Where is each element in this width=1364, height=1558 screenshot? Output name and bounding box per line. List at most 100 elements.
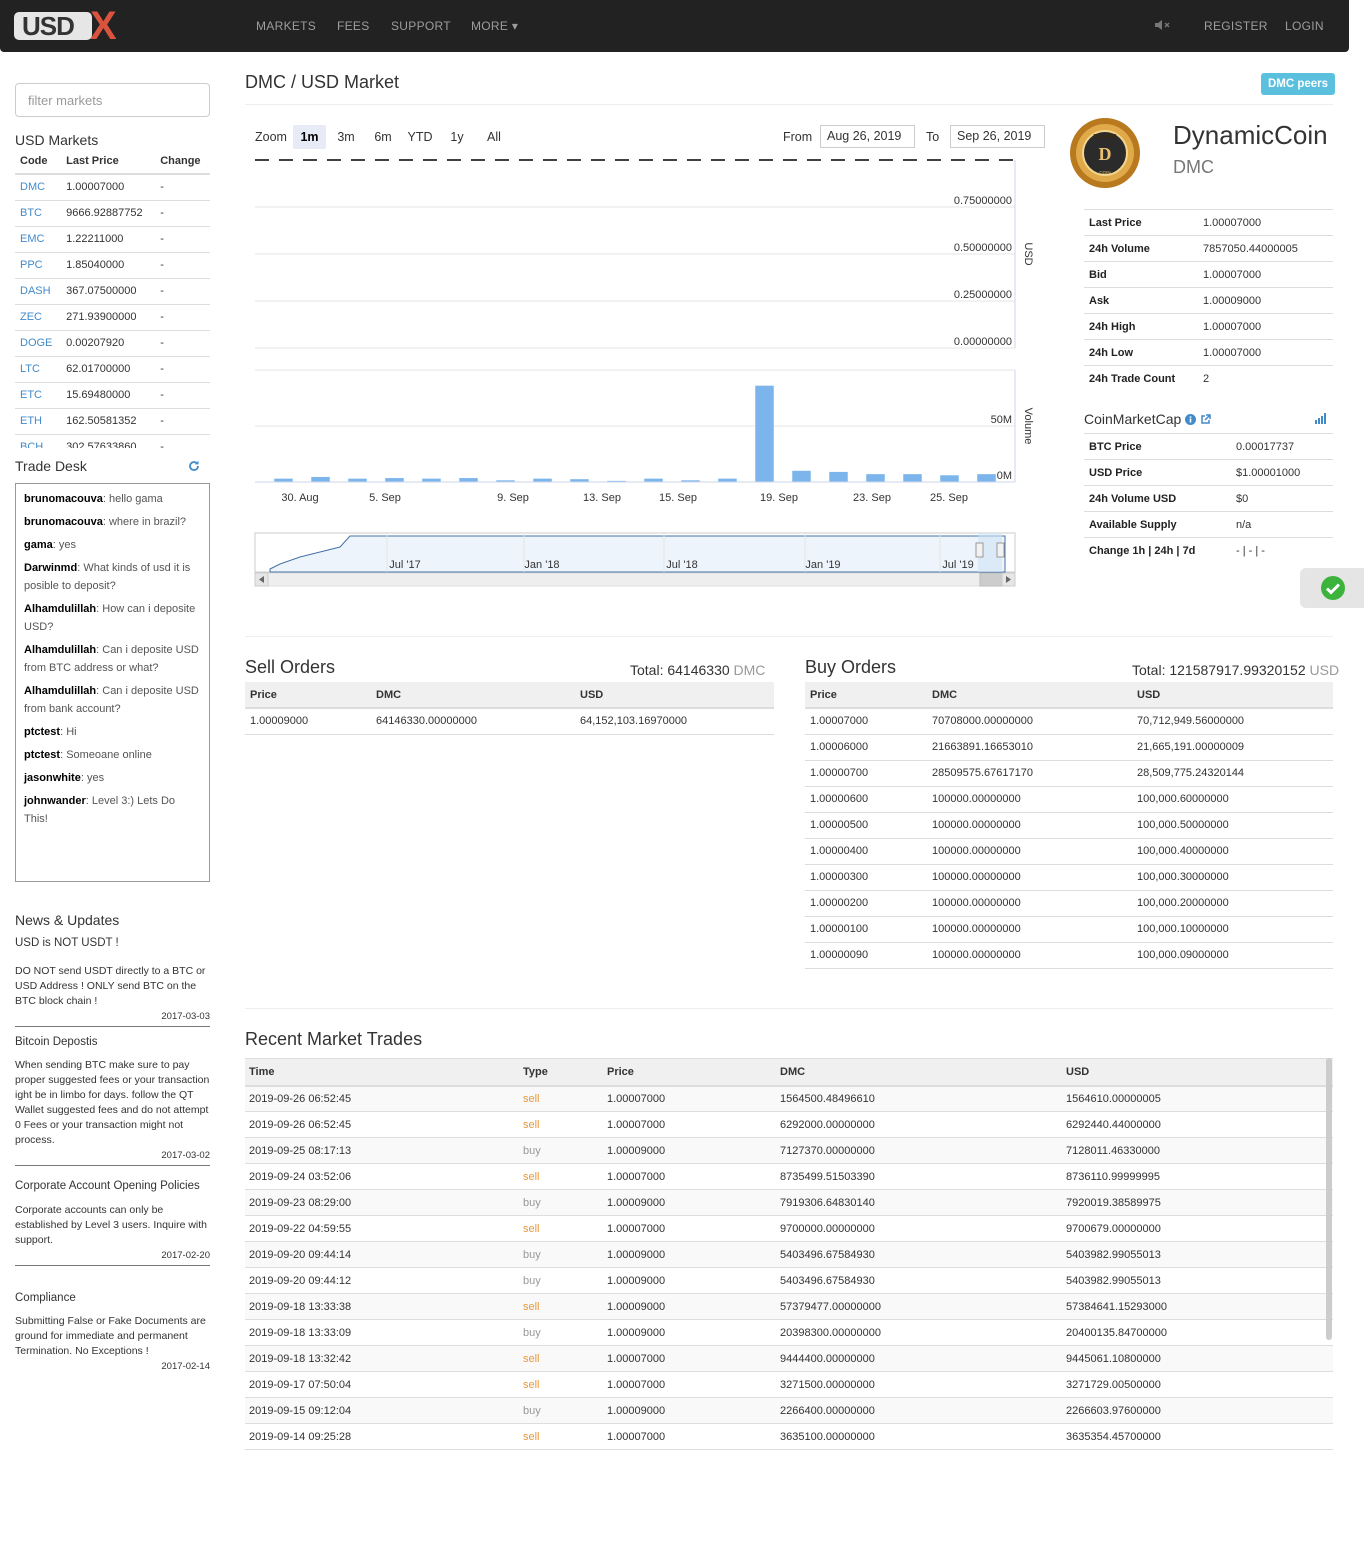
news-item-body: Corporate accounts can only be establish… bbox=[15, 1204, 208, 1246]
nav-more[interactable]: MORE ▾ bbox=[471, 19, 518, 33]
price-volume-chart[interactable]: 0.75000000 0.50000000 0.25000000 0.00000000… bbox=[245, 150, 1045, 590]
bar-chart-icon[interactable] bbox=[1314, 413, 1326, 424]
from-date-input[interactable]: Aug 26, 2019 bbox=[820, 125, 915, 148]
volume-bar[interactable] bbox=[311, 476, 330, 482]
market-row[interactable]: ZEC 271.93900000- bbox=[15, 303, 210, 330]
stat-value: 2 bbox=[1198, 365, 1333, 392]
nav-fees[interactable]: FEES bbox=[337, 19, 370, 33]
volume-bar[interactable] bbox=[829, 471, 848, 482]
trade-row: 2019-09-14 09:25:28 sell 1.00007000 3635100… bbox=[245, 1423, 1333, 1450]
stat-value: 1.00007000 bbox=[1198, 313, 1333, 340]
volume-bar[interactable] bbox=[718, 478, 737, 482]
trades-scrollbar[interactable] bbox=[1326, 1058, 1332, 1340]
volume-bar[interactable] bbox=[866, 474, 885, 482]
market-code[interactable]: ETC bbox=[15, 381, 62, 408]
volume-bar[interactable] bbox=[422, 478, 441, 482]
volume-bar[interactable] bbox=[940, 475, 959, 482]
trade-desk-chat[interactable]: brunomacouva: hello gama brunomacouva: wh… bbox=[15, 483, 210, 882]
buy-order-row[interactable]: 1.00000700 28509575.67617170 28,509,775.24… bbox=[805, 760, 1333, 787]
buy-order-row[interactable]: 1.00000300 100000.00000000 100,000.3000000… bbox=[805, 864, 1333, 891]
stat-value: 1.00007000 bbox=[1198, 261, 1333, 288]
volume-bar[interactable] bbox=[533, 478, 552, 482]
buy-order-usd: 100,000.50000000 bbox=[1132, 812, 1333, 839]
market-code[interactable]: ZEC bbox=[15, 303, 62, 330]
chart-scrollbar[interactable] bbox=[254, 572, 1016, 587]
trade-usd: 7920019.38589975 bbox=[1062, 1189, 1333, 1216]
market-row[interactable]: BCH 302.57633860- bbox=[15, 433, 210, 448]
trade-dmc: 5403496.67584930 bbox=[776, 1241, 1062, 1268]
market-code[interactable]: EMC bbox=[15, 225, 62, 252]
buy-order-row[interactable]: 1.00000400 100000.00000000 100,000.4000000… bbox=[805, 838, 1333, 865]
trade-time: 2019-09-24 03:52:06 bbox=[245, 1163, 519, 1190]
volume-bar[interactable] bbox=[385, 478, 404, 482]
volume-bar[interactable] bbox=[755, 385, 774, 482]
market-row[interactable]: LTC 62.01700000- bbox=[15, 355, 210, 382]
market-row[interactable]: PPC 1.85040000- bbox=[15, 251, 210, 278]
scroll-thumb[interactable] bbox=[979, 572, 1003, 587]
buy-order-row[interactable]: 1.00000500 100000.00000000 100,000.5000000… bbox=[805, 812, 1333, 839]
market-row[interactable]: ETH 162.50581352- bbox=[15, 407, 210, 434]
zoom-all-button[interactable]: All bbox=[478, 125, 510, 149]
refresh-icon[interactable] bbox=[188, 460, 200, 472]
volume-bar[interactable] bbox=[903, 474, 922, 482]
nav-support[interactable]: SUPPORT bbox=[391, 19, 451, 33]
market-price: 1.22211000 bbox=[61, 225, 156, 252]
trade-type: sell bbox=[519, 1371, 603, 1398]
news-item-date: 2017-03-03 bbox=[15, 1011, 210, 1027]
market-code[interactable]: ETH bbox=[15, 407, 62, 434]
external-link-icon[interactable] bbox=[1200, 414, 1211, 425]
navigator-handle-right[interactable] bbox=[996, 542, 1005, 558]
sell-order-row[interactable]: 1.00009000 64146330.00000000 64,152,103.16… bbox=[245, 708, 774, 735]
trade-row: 2019-09-18 13:32:42 sell 1.00007000 9444400… bbox=[245, 1345, 1333, 1372]
logo[interactable]: USD X bbox=[14, 6, 130, 46]
zoom-1y-button[interactable]: 1y bbox=[441, 125, 473, 149]
volume-bar[interactable] bbox=[977, 474, 996, 482]
market-code[interactable]: PPC bbox=[15, 251, 62, 278]
filter-markets-input[interactable] bbox=[15, 83, 210, 117]
buy-order-row[interactable]: 1.00000090 100000.00000000 100,000.0900000… bbox=[805, 942, 1333, 969]
nav-register[interactable]: REGISTER bbox=[1204, 19, 1268, 33]
market-code[interactable]: LTC bbox=[15, 355, 62, 382]
stat-value: 7857050.44000005 bbox=[1198, 235, 1333, 262]
buy-order-row[interactable]: 1.00006000 21663891.16653010 21,665,191.00… bbox=[805, 734, 1333, 761]
nav-markets[interactable]: MARKETS bbox=[256, 19, 316, 33]
volume-bar[interactable] bbox=[644, 478, 663, 482]
status-tab[interactable] bbox=[1300, 568, 1364, 608]
volume-bar[interactable] bbox=[792, 470, 811, 482]
market-row[interactable]: ETC 15.69480000- bbox=[15, 381, 210, 408]
buy-order-row[interactable]: 1.00007000 70708000.00000000 70,712,949.56… bbox=[805, 708, 1333, 735]
to-label: To bbox=[926, 130, 940, 144]
speaker-muted-icon[interactable] bbox=[1154, 18, 1170, 32]
to-date-input[interactable]: Sep 26, 2019 bbox=[950, 125, 1045, 148]
market-row[interactable]: DOGE 0.00207920- bbox=[15, 329, 210, 356]
market-row[interactable]: DMC 1.00007000- bbox=[15, 173, 210, 200]
market-price: 367.07500000 bbox=[61, 277, 156, 304]
zoom-ytd-button[interactable]: YTD bbox=[403, 125, 437, 149]
buy-order-row[interactable]: 1.00000600 100000.00000000 100,000.6000000… bbox=[805, 786, 1333, 813]
dmc-peers-button[interactable]: DMC peers bbox=[1261, 73, 1335, 95]
volume-bar[interactable] bbox=[274, 478, 293, 482]
info-icon[interactable] bbox=[1185, 414, 1197, 425]
buy-order-row[interactable]: 1.00000200 100000.00000000 100,000.2000000… bbox=[805, 890, 1333, 917]
market-code[interactable]: DMC bbox=[15, 173, 62, 200]
market-row[interactable]: EMC 1.22211000- bbox=[15, 225, 210, 252]
navigator-tick-label: Jan '18 bbox=[524, 559, 559, 571]
zoom-1m-button[interactable]: 1m bbox=[293, 125, 326, 149]
volume-bar[interactable] bbox=[348, 478, 367, 482]
zoom-3m-button[interactable]: 3m bbox=[330, 125, 362, 149]
stat-value: 1.00007000 bbox=[1198, 339, 1333, 366]
buy-order-row[interactable]: 1.00000100 100000.00000000 100,000.1000000… bbox=[805, 916, 1333, 943]
market-row[interactable]: BTC 9666.92887752- bbox=[15, 199, 210, 226]
market-code[interactable]: DASH bbox=[15, 277, 62, 304]
logo-letter: D bbox=[1099, 144, 1112, 164]
zoom-6m-button[interactable]: 6m bbox=[367, 125, 399, 149]
market-code[interactable]: DOGE bbox=[15, 329, 62, 356]
buy-order-price: 1.00000100 bbox=[805, 916, 927, 943]
market-code[interactable]: BCH bbox=[15, 433, 62, 448]
nav-login[interactable]: LOGIN bbox=[1285, 19, 1324, 33]
market-row[interactable]: DASH 367.07500000- bbox=[15, 277, 210, 304]
navigator-handle-left[interactable] bbox=[975, 542, 984, 558]
volume-bar[interactable] bbox=[459, 478, 478, 482]
market-code[interactable]: BTC bbox=[15, 199, 62, 226]
coinmarketcap-title[interactable]: CoinMarketCap bbox=[1084, 411, 1211, 427]
